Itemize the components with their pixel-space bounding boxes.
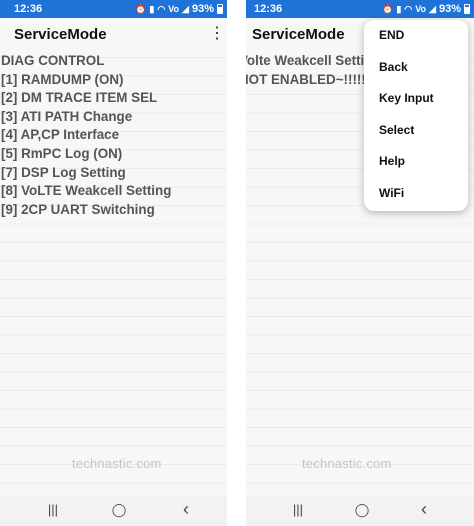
alarm-icon: ⏰ [382, 4, 394, 14]
menu-option-rmpc-log[interactable]: [5] RmPC Log (ON) [0, 145, 227, 164]
menu-item-end[interactable]: END [364, 20, 468, 52]
menu-option-2cp-uart[interactable]: [9] 2CP UART Switching [0, 201, 227, 220]
app-title: ServiceMode [252, 26, 345, 43]
battery-icon [464, 4, 470, 14]
menu-item-help[interactable]: Help [364, 146, 468, 178]
home-icon[interactable]: ◯ [110, 502, 128, 518]
alarm-icon: ⏰ [135, 4, 147, 14]
status-icons: ⏰ ▮ ◠ Vo ◢ 93% [382, 3, 470, 15]
menu-item-key-input[interactable]: Key Input [364, 83, 468, 115]
status-time: 12:36 [254, 3, 283, 15]
service-menu-list: DIAG CONTROL [1] RAMDUMP (ON) [2] DM TRA… [0, 52, 227, 496]
back-icon[interactable]: ‹ [415, 499, 433, 520]
status-bar: 12:36 ⏰ ▮ ◠ Vo ◢ 93% [0, 0, 227, 18]
more-options-icon[interactable]: ⋮ [209, 25, 225, 43]
navigation-bar: ||| ◯ ‹ [0, 496, 227, 526]
divider [227, 0, 246, 526]
home-icon[interactable]: ◯ [353, 502, 371, 518]
battery-text: 93% [191, 3, 214, 15]
app-bar: ServiceMode ⋮ [0, 18, 227, 52]
menu-option-apcp-interface[interactable]: [4] AP,CP Interface [0, 126, 227, 145]
watermark: technastic.com [72, 456, 162, 471]
menu-option-volte-weakcell[interactable]: [8] VoLTE Weakcell Setting [0, 182, 227, 201]
menu-option-dm-trace[interactable]: [2] DM TRACE ITEM SEL [0, 89, 227, 108]
vibrate-icon: ▮ [396, 4, 402, 14]
recents-icon[interactable]: ||| [289, 502, 307, 517]
menu-option-dsp-log[interactable]: [7] DSP Log Setting [0, 164, 227, 183]
menu-option-ramdump[interactable]: [1] RAMDUMP (ON) [0, 71, 227, 90]
menu-item-back[interactable]: Back [364, 52, 468, 84]
watermark: technastic.com [302, 456, 392, 471]
battery-icon [217, 4, 223, 14]
menu-option-ati-path[interactable]: [3] ATI PATH Change [0, 108, 227, 127]
vibrate-icon: ▮ [149, 4, 155, 14]
app-title: ServiceMode [14, 26, 107, 43]
battery-text: 93% [438, 3, 461, 15]
menu-header: DIAG CONTROL [1, 53, 105, 68]
back-icon[interactable]: ‹ [177, 499, 195, 520]
recents-icon[interactable]: ||| [44, 502, 62, 517]
status-icons: ⏰ ▮ ◠ Vo ◢ 93% [135, 3, 223, 15]
signal-icon: ◢ [429, 4, 436, 14]
signal-icon: ◢ [182, 4, 189, 14]
menu-item-select[interactable]: Select [364, 115, 468, 147]
status-bar: 12:36 ⏰ ▮ ◠ Vo ◢ 93% [246, 0, 474, 18]
menu-item-wifi[interactable]: WiFi [364, 178, 468, 210]
status-time: 12:36 [14, 3, 43, 15]
overflow-menu: END Back Key Input Select Help WiFi [364, 20, 468, 211]
left-screen: 12:36 ⏰ ▮ ◠ Vo ◢ 93% ServiceMode ⋮ DIAG … [0, 0, 227, 526]
wifi-icon: ◠ [157, 4, 166, 14]
navigation-bar: ||| ◯ ‹ [246, 496, 474, 526]
volte-icon: Vo [415, 4, 427, 14]
volte-icon: Vo [168, 4, 180, 14]
wifi-icon: ◠ [404, 4, 413, 14]
